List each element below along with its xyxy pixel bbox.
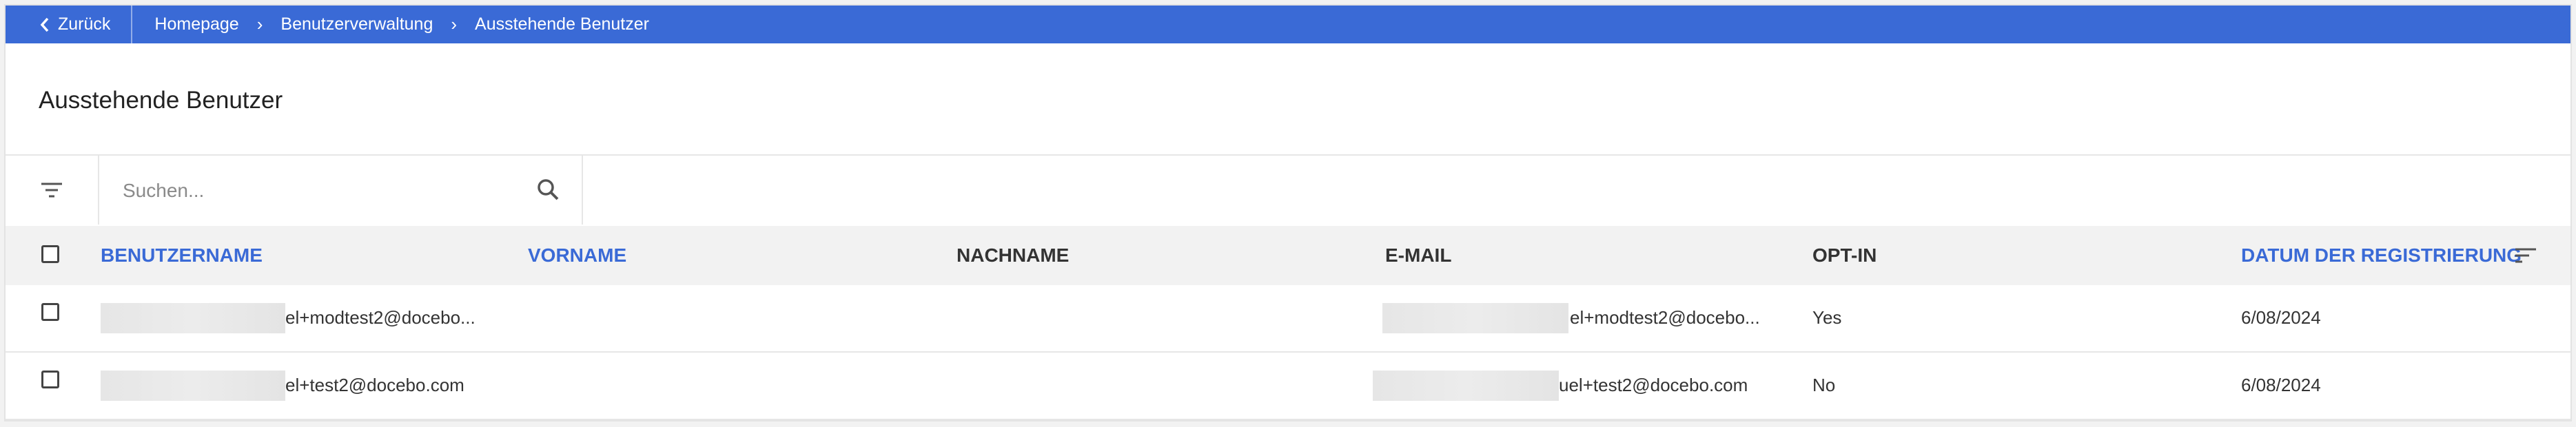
redacted-text xyxy=(1373,371,1559,401)
column-email: E-MAIL xyxy=(1385,244,1452,266)
cell-optin: Yes xyxy=(1812,307,1842,328)
cell-email: el+modtest2@docebo... xyxy=(1570,307,1760,328)
cell-username: el+test2@docebo.com xyxy=(285,375,464,395)
table-row[interactable]: el+test2@docebo.com uel+test2@docebo.com… xyxy=(6,353,2570,420)
redacted-text xyxy=(101,303,285,333)
table-row[interactable]: el+modtest2@docebo... el+modtest2@docebo… xyxy=(6,285,2570,353)
chevron-right-icon: › xyxy=(451,14,458,34)
column-lastname: NACHNAME xyxy=(957,244,1070,266)
table-header: BENUTZERNAME VORNAME NACHNAME E-MAIL OPT… xyxy=(6,226,2570,285)
back-label: Zurück xyxy=(58,14,111,34)
breadcrumb-pending-users: Ausstehende Benutzer xyxy=(475,14,649,34)
top-navigation-bar: Zurück Homepage › Benutzerverwaltung › A… xyxy=(6,6,2570,43)
row-checkbox[interactable] xyxy=(41,371,59,388)
select-all-checkbox[interactable] xyxy=(41,245,59,263)
redacted-text xyxy=(101,371,285,401)
filter-icon xyxy=(41,183,62,198)
search-input[interactable] xyxy=(121,176,510,205)
redacted-text xyxy=(1382,303,1568,333)
page-title: Ausstehende Benutzer xyxy=(39,87,283,114)
chevron-left-icon xyxy=(40,17,49,32)
cell-username: el+modtest2@docebo... xyxy=(285,307,476,328)
breadcrumb-user-management[interactable]: Benutzerverwaltung xyxy=(280,14,433,34)
table-toolbar xyxy=(6,156,2570,225)
column-firstname[interactable]: VORNAME xyxy=(528,226,626,285)
search-box xyxy=(99,156,583,225)
column-optin: OPT-IN xyxy=(1812,244,1877,266)
breadcrumb-homepage[interactable]: Homepage xyxy=(154,14,238,34)
cell-registration-date: 6/08/2024 xyxy=(2241,307,2321,328)
pending-users-page: Zurück Homepage › Benutzerverwaltung › A… xyxy=(4,4,2572,421)
back-button[interactable]: Zurück xyxy=(6,6,133,43)
row-checkbox[interactable] xyxy=(41,303,59,321)
sort-icon[interactable] xyxy=(2514,247,2537,264)
column-registration-date[interactable]: DATUM DER REGISTRIERUNG xyxy=(2241,226,2522,285)
search-icon[interactable] xyxy=(536,178,560,201)
chevron-right-icon: › xyxy=(256,14,263,34)
column-username[interactable]: BENUTZERNAME xyxy=(101,226,263,285)
cell-email: uel+test2@docebo.com xyxy=(1559,375,1748,395)
breadcrumb: Homepage › Benutzerverwaltung › Ausstehe… xyxy=(132,14,649,35)
cell-registration-date: 6/08/2024 xyxy=(2241,375,2321,395)
filter-button[interactable] xyxy=(6,156,99,225)
cell-optin: No xyxy=(1812,375,1836,395)
